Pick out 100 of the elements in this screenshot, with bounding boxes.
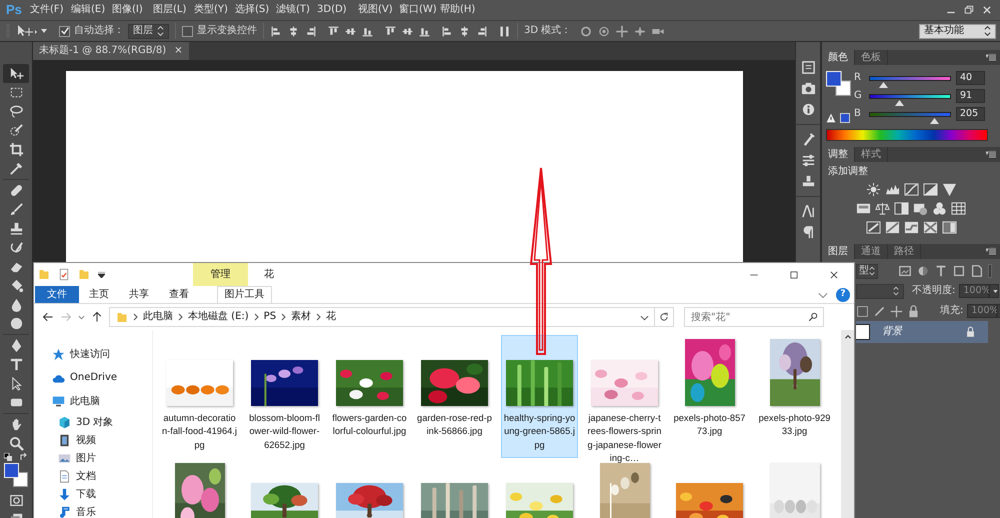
lock-icon[interactable] xyxy=(965,326,976,338)
nav-item[interactable]: OneDrive xyxy=(70,372,118,384)
invert-icon[interactable] xyxy=(866,220,880,235)
distribute-icon[interactable] xyxy=(498,24,511,38)
move-lock-icon[interactable] xyxy=(890,304,903,318)
nav-item[interactable]: 快速访问 xyxy=(70,348,110,361)
panel-tab[interactable]: 路径 xyxy=(888,244,921,259)
shape-filter-icon[interactable] xyxy=(952,264,966,278)
panel-tab[interactable]: 色板 xyxy=(855,50,888,65)
posterize-icon[interactable] xyxy=(884,220,900,235)
stamp-source-icon[interactable] xyxy=(800,174,816,189)
roll-3d-icon[interactable] xyxy=(597,24,612,38)
color-swatches[interactable] xyxy=(826,71,851,96)
panel-menu-icon[interactable] xyxy=(986,54,996,62)
panel-tab[interactable]: 图层 xyxy=(822,244,855,259)
color-swatches[interactable] xyxy=(4,463,28,487)
document-tab[interactable]: 未标题-1 @ 88.7%(RGB/8) × xyxy=(33,42,189,60)
brush-lock-icon[interactable] xyxy=(873,304,886,318)
zoom-tool-icon[interactable] xyxy=(8,436,24,451)
menu-item[interactable]: 文件(F) xyxy=(30,4,71,16)
crop-tool-icon[interactable] xyxy=(8,142,24,157)
file-item[interactable]: autumn-decoration-fall-food-41964.jpg xyxy=(161,335,238,458)
balance-icon[interactable] xyxy=(875,201,890,216)
channel-value-field[interactable]: 40 xyxy=(956,71,985,85)
desaturate-icon[interactable] xyxy=(894,201,909,216)
rotate-3d-icon[interactable] xyxy=(579,24,594,38)
restore-icon[interactable] xyxy=(964,5,974,15)
marquee-tool-icon[interactable] xyxy=(8,85,24,100)
type-filter-icon[interactable] xyxy=(934,264,948,278)
levels-icon[interactable] xyxy=(884,182,900,197)
nav-item[interactable]: 图片 xyxy=(76,452,96,464)
panel-tab[interactable]: 调整 xyxy=(822,147,855,162)
quick-selection-tool-icon[interactable] xyxy=(8,123,24,138)
align-icon[interactable] xyxy=(327,24,340,38)
scroll-up-icon[interactable] xyxy=(844,334,852,339)
hue-icon[interactable] xyxy=(856,201,871,216)
type-tool-icon[interactable] xyxy=(8,357,24,372)
history-brush-tool-icon[interactable] xyxy=(8,240,24,255)
file-item[interactable]: flowers-garden-colorful-colourful.jpg xyxy=(331,335,408,458)
sliders-icon[interactable] xyxy=(800,153,816,168)
chevron-icon[interactable] xyxy=(78,314,85,320)
color-spectrum[interactable] xyxy=(826,129,988,141)
nav-item[interactable]: 音乐 xyxy=(76,506,96,518)
ribbon-tab[interactable]: 共享 xyxy=(119,286,159,303)
up-icon[interactable] xyxy=(91,311,103,323)
mixer-icon[interactable] xyxy=(932,201,947,216)
character-icon[interactable] xyxy=(800,204,816,219)
file-item[interactable]: blossom-bloom-flower-wild-flower-62652.jpg xyxy=(246,335,323,458)
breadcrumb-item[interactable]: 花 xyxy=(326,311,336,323)
triangle-icon[interactable] xyxy=(942,182,956,197)
nav-item[interactable]: 下载 xyxy=(76,488,96,500)
ribbon-tab[interactable]: 主页 xyxy=(79,286,119,303)
ribbon-tab[interactable]: 查看 xyxy=(159,286,199,303)
image-filter-icon[interactable] xyxy=(898,264,912,278)
threshold-icon[interactable] xyxy=(904,220,918,235)
drag-3d-icon[interactable] xyxy=(615,24,630,38)
align-icon[interactable] xyxy=(441,24,454,38)
channel-value-field[interactable]: 205 xyxy=(956,107,985,121)
back-icon[interactable] xyxy=(42,311,54,323)
menu-item[interactable]: 编辑(E) xyxy=(71,4,112,16)
nav-item[interactable]: 此电脑 xyxy=(70,396,100,408)
properties-icon[interactable] xyxy=(58,268,70,281)
help-button[interactable]: ? xyxy=(836,288,850,302)
selective-color-icon[interactable] xyxy=(922,220,938,235)
info-icon[interactable] xyxy=(800,102,816,117)
breadcrumb-item[interactable]: 素材 xyxy=(291,311,312,323)
panel-tab[interactable]: 颜色 xyxy=(822,50,855,65)
workspace-dropdown[interactable]: 基本功能 xyxy=(919,24,996,38)
tab-close-button[interactable]: × xyxy=(174,45,183,57)
caret-icon[interactable] xyxy=(98,272,105,278)
move-tool-icon[interactable] xyxy=(16,24,38,38)
chevron-icon[interactable] xyxy=(818,290,828,298)
menu-item[interactable]: 选择(S) xyxy=(235,4,276,16)
scrollbar[interactable] xyxy=(841,330,854,518)
ribbon-tab[interactable]: 图片工具 xyxy=(217,286,272,303)
menu-item[interactable]: 视图(V) xyxy=(358,4,399,16)
slide-3d-icon[interactable] xyxy=(633,24,648,38)
chevron-icon[interactable] xyxy=(640,315,649,321)
eyedropper-tool-icon[interactable] xyxy=(8,161,24,176)
brush-tool-icon[interactable] xyxy=(8,202,24,217)
lock-icon[interactable] xyxy=(907,304,920,318)
filter-dropdown[interactable]: 型 xyxy=(856,264,878,278)
menu-item[interactable]: 滤镜(T) xyxy=(276,4,317,16)
file-item[interactable]: garden-rose-red-pink-56866.jpg xyxy=(416,335,493,458)
menu-item[interactable]: 图像(I) xyxy=(112,4,153,16)
photo-filter-icon[interactable] xyxy=(913,201,928,216)
menu-item[interactable]: 类型(Y) xyxy=(194,4,235,16)
nav-item[interactable]: 视频 xyxy=(76,434,96,446)
swap-colors-icon[interactable] xyxy=(20,453,28,461)
curves-icon[interactable] xyxy=(904,182,918,197)
caret-icon[interactable] xyxy=(41,29,47,33)
address-bar[interactable]: 此电脑 本地磁盘 (E:) PS 素材 花 xyxy=(109,307,674,327)
default-colors-icon[interactable] xyxy=(4,453,12,461)
camera-icon[interactable] xyxy=(800,81,816,96)
gradient-map-icon[interactable] xyxy=(942,220,956,235)
paragraph-icon[interactable] xyxy=(800,225,816,240)
panel-tab[interactable]: 样式 xyxy=(855,147,888,162)
menu-item[interactable]: 帮助(H) xyxy=(440,4,481,16)
close-icon[interactable] xyxy=(982,5,992,15)
panel-tab[interactable]: 通道 xyxy=(855,244,888,259)
